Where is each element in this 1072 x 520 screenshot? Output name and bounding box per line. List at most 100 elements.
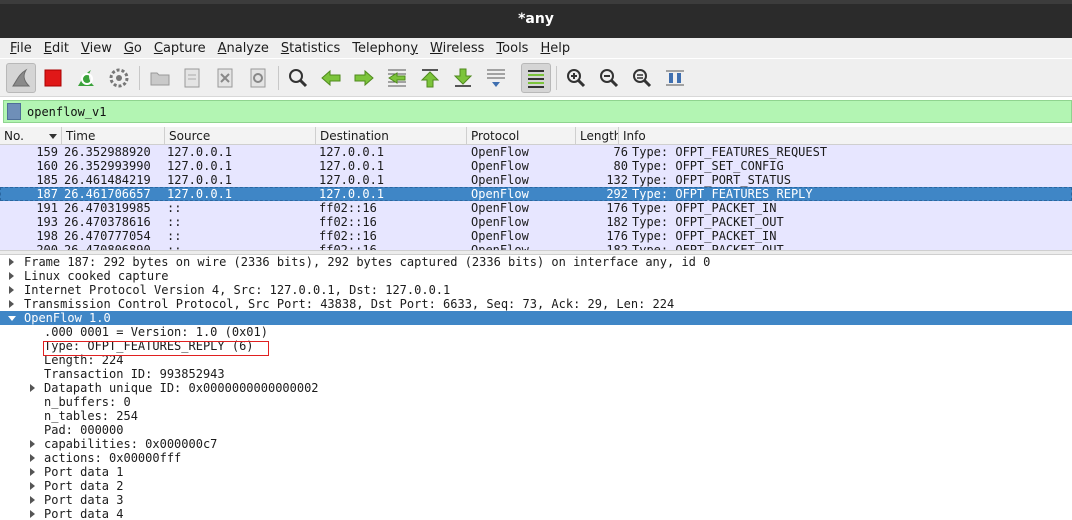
packet-cell-time: 26.461706657: [64, 187, 151, 201]
column-header-length[interactable]: Length: [576, 127, 619, 145]
expand-arrow-icon[interactable]: [30, 468, 35, 476]
menu-capture[interactable]: Capture: [148, 41, 212, 56]
menu-view[interactable]: View: [75, 41, 118, 56]
zoom-normal-icon[interactable]: [627, 63, 657, 93]
display-filter-bar[interactable]: openflow_v1: [3, 100, 1072, 123]
packet-cell-time: 26.352993990: [64, 159, 151, 173]
toolbar-separator: [278, 66, 279, 90]
colorize-icon[interactable]: [521, 63, 551, 93]
expand-arrow-icon[interactable]: [30, 510, 35, 518]
packet-row[interactable]: 193 26.470378616:: ff02::16 OpenFlow 182 Type…: [0, 215, 1072, 229]
detail-text: n_tables: 254: [44, 409, 138, 423]
detail-field-row[interactable]: .000 0001 = Version: 1.0 (0x01): [0, 325, 1072, 339]
go-to-packet-icon[interactable]: [382, 63, 412, 93]
menu-file[interactable]: File: [4, 41, 38, 56]
menu-edit[interactable]: Edit: [38, 41, 75, 56]
detail-field-row[interactable]: n_tables: 254: [0, 409, 1072, 423]
packet-cell-len: 80: [613, 159, 628, 173]
packet-cell-dst: ff02::16: [319, 201, 377, 215]
detail-field-row[interactable]: Type: OFPT_FEATURES_REPLY (6): [0, 339, 1072, 353]
zoom-in-icon[interactable]: [561, 63, 591, 93]
menu-help[interactable]: Help: [534, 41, 576, 56]
detail-field-row[interactable]: Transaction ID: 993852943: [0, 367, 1072, 381]
column-header-label: Length: [580, 129, 619, 143]
packet-row[interactable]: 160 26.352993990 127.0.0.1 127.0.0.1 OpenFlo…: [0, 159, 1072, 173]
column-header-info[interactable]: Info: [619, 127, 1072, 145]
packet-row[interactable]: 159 26.352988920 127.0.0.1 127.0.0.1 OpenFlo…: [0, 145, 1072, 159]
detail-protocol-row[interactable]: Frame 187: 292 bytes on wire (2336 bits)…: [0, 255, 1072, 269]
detail-protocol-row[interactable]: Internet Protocol Version 4, Src: 127.0.…: [0, 283, 1072, 297]
column-header-protocol[interactable]: Protocol: [467, 127, 576, 145]
column-header-time[interactable]: Time: [62, 127, 165, 145]
packet-cell-proto: OpenFlow: [471, 187, 529, 201]
detail-field-row[interactable]: Datapath unique ID: 0x0000000000000002: [0, 381, 1072, 395]
expand-arrow-icon[interactable]: [30, 454, 35, 462]
detail-text: Linux cooked capture: [24, 269, 169, 283]
detail-field-row[interactable]: Pad: 000000: [0, 423, 1072, 437]
go-back-icon[interactable]: [316, 63, 346, 93]
expand-arrow-icon[interactable]: [30, 440, 35, 448]
menu-telephony[interactable]: Telephony: [346, 41, 424, 56]
packet-cell-time: 26.470319985: [64, 201, 151, 215]
expand-arrow-icon[interactable]: [9, 258, 14, 266]
menu-statistics[interactable]: Statistics: [275, 41, 346, 56]
packet-cell-no: 198: [36, 229, 58, 243]
detail-field-row[interactable]: Length: 224: [0, 353, 1072, 367]
stop-icon[interactable]: [38, 63, 68, 93]
packet-cell-dst: ff02::16: [319, 229, 377, 243]
packet-row[interactable]: 185 26.461484219 127.0.0.1 127.0.0.1 OpenFlo…: [0, 173, 1072, 187]
packet-row[interactable]: 191 26.470319985:: ff02::16 OpenFlow 176 Type…: [0, 201, 1072, 215]
detail-protocol-row[interactable]: Transmission Control Protocol, Src Port:…: [0, 297, 1072, 311]
detail-field-row[interactable]: Port data 4: [0, 507, 1072, 520]
options-gear-icon[interactable]: [104, 63, 134, 93]
packet-cell-no: 159: [36, 145, 58, 159]
detail-field-row[interactable]: actions: 0x00000fff: [0, 451, 1072, 465]
expand-arrow-icon[interactable]: [9, 272, 14, 280]
resize-columns-icon[interactable]: [660, 63, 690, 93]
packet-details-tree: Frame 187: 292 bytes on wire (2336 bits)…: [0, 255, 1072, 520]
detail-text: Pad: 000000: [44, 423, 124, 437]
expand-arrow-icon[interactable]: [30, 384, 35, 392]
menu-go[interactable]: Go: [118, 41, 148, 56]
menu-analyze[interactable]: Analyze: [212, 41, 275, 56]
detail-protocol-row[interactable]: OpenFlow 1.0: [0, 311, 1072, 325]
column-header-no[interactable]: No.: [0, 127, 62, 145]
detail-protocol-row[interactable]: Linux cooked capture: [0, 269, 1072, 283]
close-file-icon[interactable]: [210, 63, 240, 93]
detail-field-row[interactable]: n_buffers: 0: [0, 395, 1072, 409]
menu-wireless[interactable]: Wireless: [424, 41, 490, 56]
expand-arrow-icon[interactable]: [9, 300, 14, 308]
expand-arrow-icon[interactable]: [30, 496, 35, 504]
detail-field-row[interactable]: Port data 2: [0, 479, 1072, 493]
detail-field-row[interactable]: Port data 1: [0, 465, 1072, 479]
display-filter-input[interactable]: openflow_v1: [27, 105, 106, 119]
open-folder-icon[interactable]: [145, 63, 175, 93]
menu-tools[interactable]: Tools: [490, 41, 534, 56]
packet-row[interactable]: 200 26.470806890:: ff02::16 OpenFlow 182 Type…: [0, 243, 1072, 250]
reload-icon[interactable]: [243, 63, 273, 93]
autoscroll-icon[interactable]: [481, 63, 511, 93]
detail-field-row[interactable]: Port data 3: [0, 493, 1072, 507]
column-header-source[interactable]: Source: [165, 127, 316, 145]
go-forward-icon[interactable]: [349, 63, 379, 93]
packet-cell-src: ::: [167, 201, 182, 215]
packet-cell-proto: OpenFlow: [471, 215, 529, 229]
find-icon[interactable]: [283, 63, 313, 93]
go-first-icon[interactable]: [415, 63, 445, 93]
packet-row[interactable]: 198 26.470777054:: ff02::16 OpenFlow 176 Type…: [0, 229, 1072, 243]
detail-field-row[interactable]: capabilities: 0x000000c7: [0, 437, 1072, 451]
packet-row-selected[interactable]: 187 26.461706657 127.0.0.1 127.0.0.1 OpenFlo…: [0, 187, 1072, 201]
shark-fin-icon[interactable]: [6, 63, 36, 93]
detail-text: Transmission Control Protocol, Src Port:…: [24, 297, 675, 311]
packet-cell-src: ::: [167, 215, 182, 229]
collapse-arrow-icon[interactable]: [8, 316, 16, 321]
restart-icon[interactable]: [71, 63, 101, 93]
save-file-icon[interactable]: [177, 63, 207, 93]
expand-arrow-icon[interactable]: [9, 286, 14, 294]
packet-cell-dst: 127.0.0.1: [319, 187, 385, 201]
zoom-out-icon[interactable]: [594, 63, 624, 93]
bookmark-icon[interactable]: [7, 103, 21, 120]
column-header-destination[interactable]: Destination: [316, 127, 467, 145]
go-last-icon[interactable]: [448, 63, 478, 93]
expand-arrow-icon[interactable]: [30, 482, 35, 490]
